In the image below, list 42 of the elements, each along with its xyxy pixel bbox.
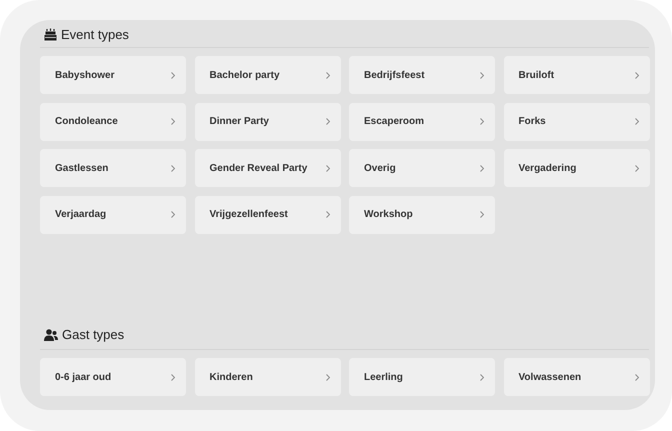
type-card[interactable]: Bachelor party	[194, 56, 340, 94]
type-card[interactable]: Dinner Party	[194, 102, 340, 140]
type-card[interactable]: Forks	[504, 102, 650, 140]
type-card[interactable]: Leerling	[349, 358, 495, 396]
section-title: Event types	[61, 26, 129, 44]
chevron-icon	[480, 118, 484, 125]
chevron-icon	[171, 118, 175, 125]
chevron-icon	[326, 118, 330, 125]
type-card[interactable]: Verjaardag	[40, 196, 186, 234]
chevron-icon	[480, 164, 484, 172]
type-card[interactable]: 0-6 jaar oud	[40, 358, 186, 396]
section-title: Gast types	[62, 326, 124, 344]
type-card[interactable]: Bruiloft	[504, 56, 650, 94]
chevron-icon	[171, 164, 175, 172]
type-card[interactable]: Volwassenen	[504, 358, 650, 396]
chevron-icon	[171, 72, 175, 78]
type-card[interactable]: Workshop	[349, 196, 495, 234]
type-card[interactable]: Vrijgezellenfeest	[194, 196, 340, 234]
type-card[interactable]: Escaperoom	[349, 102, 495, 140]
chevron-icon	[634, 164, 638, 172]
type-card[interactable]: Babyshower	[40, 56, 186, 94]
chevron-icon	[634, 118, 638, 125]
type-card[interactable]: Overig	[349, 149, 495, 187]
chevron-icon	[480, 72, 484, 78]
type-card[interactable]: Condoleance	[40, 102, 186, 140]
chevron-icon	[634, 72, 638, 78]
chevron-icon	[171, 211, 175, 218]
chevron-icon	[326, 72, 330, 78]
chevron-icon	[326, 211, 330, 218]
users-icon	[44, 328, 58, 340]
type-card[interactable]: Gender Reveal Party	[194, 149, 340, 187]
chevron-icon	[634, 374, 638, 380]
chevron-icon	[480, 211, 484, 218]
cake-icon	[44, 28, 57, 41]
chevron-icon	[171, 374, 175, 380]
chevron-icon	[480, 374, 484, 380]
type-card[interactable]: Bedrijfsfeest	[349, 56, 495, 94]
chevron-icon	[326, 164, 330, 172]
type-card[interactable]: Kinderen	[194, 358, 340, 396]
type-card[interactable]: Vergadering	[504, 149, 650, 187]
chevron-icon	[326, 374, 330, 380]
type-card[interactable]: Gastlessen	[40, 149, 186, 187]
